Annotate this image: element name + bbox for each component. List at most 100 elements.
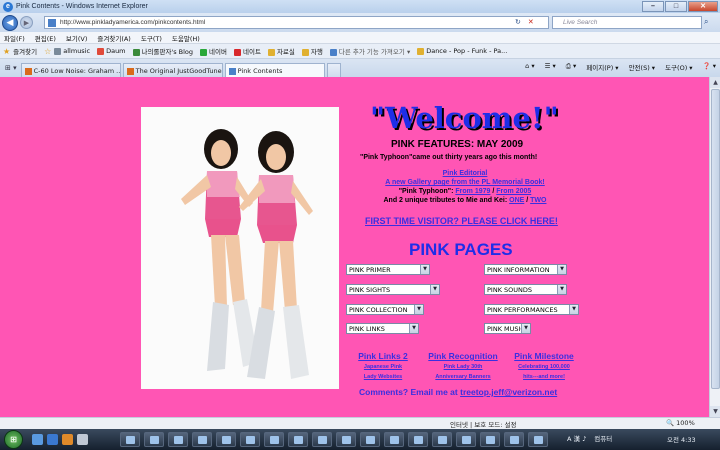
tribute-one-link[interactable]: ONE: [509, 197, 524, 204]
pink-recognition-link[interactable]: Pink Recognition: [418, 351, 508, 361]
maximize-button[interactable]: □: [665, 1, 687, 12]
menu-edit[interactable]: 편집(E): [35, 33, 56, 43]
fav-item-blog[interactable]: 나의롤판자's Blog: [132, 46, 193, 56]
from-1979-link[interactable]: From 1979: [455, 188, 490, 195]
desktop-icon[interactable]: [32, 434, 43, 445]
forward-button[interactable]: ▶: [20, 16, 33, 29]
pink-sights-select[interactable]: PINK SIGHTS ▼: [346, 284, 440, 295]
from-2005-link[interactable]: From 2005: [496, 188, 531, 195]
switch-windows-icon[interactable]: [77, 434, 88, 445]
pink-music-select[interactable]: PINK MUSIC▼: [484, 323, 531, 334]
zoom-level[interactable]: 🔍 100%: [666, 419, 695, 427]
chevron-down-icon: ▼: [569, 305, 578, 314]
pink-collection-select[interactable]: PINK COLLECTION ▼: [346, 304, 424, 315]
tab-justgoodtunes[interactable]: The Original JustGoodTune...: [122, 63, 223, 77]
pink-links-2-sub2[interactable]: Lady Websites: [338, 373, 428, 381]
taskbar-window-11[interactable]: [360, 432, 380, 447]
taskbar-window-18[interactable]: [528, 432, 548, 447]
pink-milestone-sub2[interactable]: hits---and more!: [499, 373, 589, 381]
fav-item-archive[interactable]: 자료실: [267, 46, 295, 56]
scroll-down-icon[interactable]: ▼: [710, 406, 720, 417]
fav-item-nate[interactable]: 네이트: [234, 46, 261, 56]
menu-favorites[interactable]: 즐겨찾기(A): [97, 33, 130, 43]
taskbar-window-13[interactable]: [408, 432, 428, 447]
pink-milestone-sub1[interactable]: Celebrating 100,000: [499, 363, 589, 371]
taskbar-window-14[interactable]: [432, 432, 452, 447]
tab-pink-contents[interactable]: Pink Contents: [224, 63, 325, 77]
back-button[interactable]: ◀: [2, 14, 18, 31]
email-link[interactable]: treetop.jeff@verizon.net: [460, 387, 557, 397]
taskbar-window-17[interactable]: [504, 432, 524, 447]
taskbar-window-10[interactable]: [336, 432, 356, 447]
scroll-up-icon[interactable]: ▲: [710, 77, 720, 88]
minimize-button[interactable]: –: [642, 1, 664, 12]
ie-icon[interactable]: [47, 434, 58, 445]
taskbar-window-3[interactable]: [168, 432, 188, 447]
fav-item-jahaeng[interactable]: 자행: [301, 46, 323, 56]
feeds-icon[interactable]: ☰ ▾: [545, 62, 556, 72]
chevron-down-icon: ▼: [557, 285, 566, 294]
pink-recognition-sub1[interactable]: Pink Lady 30th: [418, 363, 508, 371]
gallery-link[interactable]: A new Gallery page from the PL Memorial …: [385, 179, 544, 186]
stop-button[interactable]: ✕: [528, 18, 534, 26]
safety-menu[interactable]: 안전(S) ▾: [629, 62, 656, 72]
taskbar-window-16[interactable]: [480, 432, 500, 447]
new-tab-button[interactable]: [326, 63, 341, 77]
menu-help[interactable]: 도움말(H): [172, 33, 200, 43]
computer-label[interactable]: 컴퓨터: [594, 433, 612, 443]
taskbar-window-7[interactable]: [264, 432, 284, 447]
taskbar-window-8[interactable]: [288, 432, 308, 447]
pink-primer-select[interactable]: PINK PRIMER ▼: [346, 264, 430, 275]
ime-indicator[interactable]: A 漢 ♪: [567, 433, 586, 443]
page-menu[interactable]: 페이지(P) ▾: [586, 62, 618, 72]
pink-links-2-sub1[interactable]: Japanese Pink: [338, 363, 428, 371]
pink-sounds-select[interactable]: PINK SOUNDS ▼: [484, 284, 567, 295]
taskbar-window-15[interactable]: [456, 432, 476, 447]
address-field[interactable]: http://www.pinkladyamerica.com/pinkconte…: [44, 16, 549, 29]
taskbar-window-9[interactable]: [312, 432, 332, 447]
taskbar-window-4[interactable]: [192, 432, 212, 447]
first-time-visitor-link[interactable]: FIRST TIME VISITOR? PLEASE CLICK HERE!: [365, 216, 558, 226]
quick-tabs-icon[interactable]: ⊞ ▾: [5, 64, 17, 72]
taskbar-window-5[interactable]: [216, 432, 236, 447]
pink-milestone-link[interactable]: Pink Milestone: [499, 351, 589, 361]
fav-item-addons[interactable]: 다른 추가 기능 가져오기 ▾: [329, 46, 410, 56]
menu-view[interactable]: 보기(V): [66, 33, 87, 43]
menu-tools[interactable]: 도구(T): [141, 33, 162, 43]
pink-links-select[interactable]: PINK LINKS ▼: [346, 323, 419, 334]
editorial-link[interactable]: Pink Editorial: [443, 170, 488, 177]
help-menu[interactable]: ❓ ▾: [703, 62, 716, 72]
home-icon[interactable]: ⌂ ▾: [525, 62, 534, 72]
fav-item-naver[interactable]: 네이버: [200, 46, 227, 56]
clock[interactable]: 오전 4:33: [667, 434, 696, 444]
search-icon[interactable]: ⌕: [704, 17, 708, 27]
tribute-two-link[interactable]: TWO: [530, 197, 546, 204]
print-icon[interactable]: ⎙ ▾: [566, 62, 577, 72]
close-button[interactable]: ✕: [688, 1, 718, 12]
search-input[interactable]: Live Search: [552, 16, 702, 29]
media-icon[interactable]: [62, 434, 73, 445]
refresh-button[interactable]: ↻: [515, 18, 521, 26]
menu-file[interactable]: 파일(F): [4, 33, 25, 43]
taskbar-window-12[interactable]: [384, 432, 404, 447]
tools-menu[interactable]: 도구(O) ▾: [665, 62, 692, 72]
add-favorite-icon[interactable]: ☆: [44, 47, 51, 56]
fav-item-allmusic[interactable]: allmusic: [54, 47, 90, 55]
pink-information-select[interactable]: PINK INFORMATION ▼: [484, 264, 567, 275]
taskbar-window-2[interactable]: [144, 432, 164, 447]
pink-recognition-sub2[interactable]: Anniversary Banners: [418, 373, 508, 381]
fav-item-daum[interactable]: Daum: [97, 47, 126, 55]
fav-item-dance[interactable]: Dance - Pop - Funk - Pa...: [417, 47, 507, 55]
pink-links-2-link[interactable]: Pink Links 2: [338, 351, 428, 361]
chevron-down-icon: ▼: [521, 324, 530, 333]
scroll-thumb[interactable]: [711, 89, 720, 389]
taskbar-window-6[interactable]: [240, 432, 260, 447]
taskbar-window-1[interactable]: [120, 432, 140, 447]
tab-c60[interactable]: C-60 Low Noise: Graham ...: [20, 63, 121, 77]
favorites-button[interactable]: 즐겨찾기: [13, 46, 37, 56]
pink-performances-select[interactable]: PINK PERFORMANCES ▼: [484, 304, 579, 315]
vertical-scrollbar[interactable]: ▲ ▼: [709, 77, 720, 417]
start-button[interactable]: ⊞: [4, 430, 23, 449]
pink-milestone-block: Pink Milestone Celebrating 100,000 hits-…: [499, 351, 589, 381]
page-icon: [48, 18, 56, 27]
